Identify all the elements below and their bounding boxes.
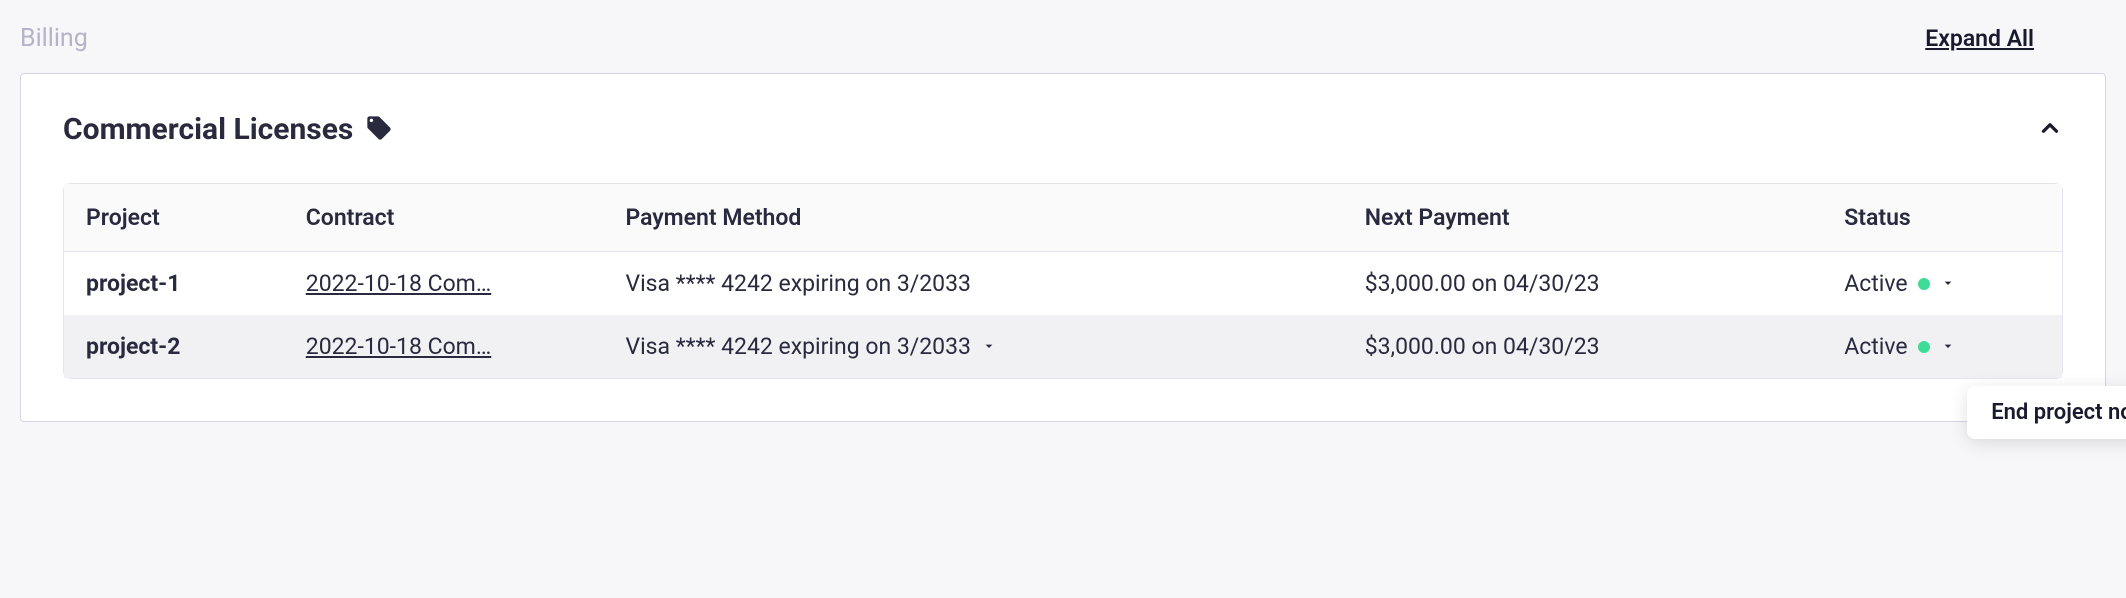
licenses-card: Commercial Licenses Project Contract Pay… — [20, 73, 2106, 422]
next-payment-text: $3,000.00 on 04/30/23 — [1343, 252, 1823, 316]
caret-down-icon[interactable] — [1940, 270, 1956, 297]
payment-method-text: Visa **** 4242 expiring on 3/2033 — [625, 333, 971, 360]
breadcrumb: Billing — [20, 24, 88, 53]
col-header-payment-method: Payment Method — [603, 184, 1342, 252]
caret-down-icon[interactable] — [1940, 333, 1956, 360]
table-row: project-1 2022-10-18 Com… Visa **** 4242 e… — [64, 252, 2062, 316]
collapse-icon[interactable] — [2037, 115, 2063, 145]
table-row: project-2 2022-10-18 Com… Visa **** 4242 e… — [64, 315, 2062, 378]
status-dot-icon — [1918, 278, 1930, 290]
status-label: Active — [1844, 333, 1907, 360]
licenses-table: Project Contract Payment Method Next Pay… — [63, 183, 2063, 379]
tag-icon — [365, 114, 393, 146]
next-payment-text: $3,000.00 on 04/30/23 — [1343, 315, 1823, 378]
project-name: project-1 — [86, 270, 180, 297]
contract-link[interactable]: 2022-10-18 Com… — [306, 270, 491, 297]
col-header-next-payment: Next Payment — [1343, 184, 1823, 252]
card-title: Commercial Licenses — [63, 112, 353, 147]
status-dot-icon — [1918, 341, 1930, 353]
status-label: Active — [1844, 270, 1907, 297]
contract-link[interactable]: 2022-10-18 Com… — [306, 333, 491, 360]
col-header-status: Status — [1822, 184, 2062, 252]
payment-method-text: Visa **** 4242 expiring on 3/2033 — [625, 270, 971, 297]
status-dropdown[interactable]: Active — [1844, 333, 2040, 360]
caret-down-icon[interactable] — [981, 333, 997, 360]
col-header-contract: Contract — [284, 184, 604, 252]
status-dropdown[interactable]: Active — [1844, 270, 2040, 297]
expand-all-link[interactable]: Expand All — [1925, 25, 2106, 52]
project-name: project-2 — [86, 333, 180, 360]
col-header-project: Project — [64, 184, 284, 252]
end-project-popover[interactable]: End project now — [1967, 386, 2126, 439]
